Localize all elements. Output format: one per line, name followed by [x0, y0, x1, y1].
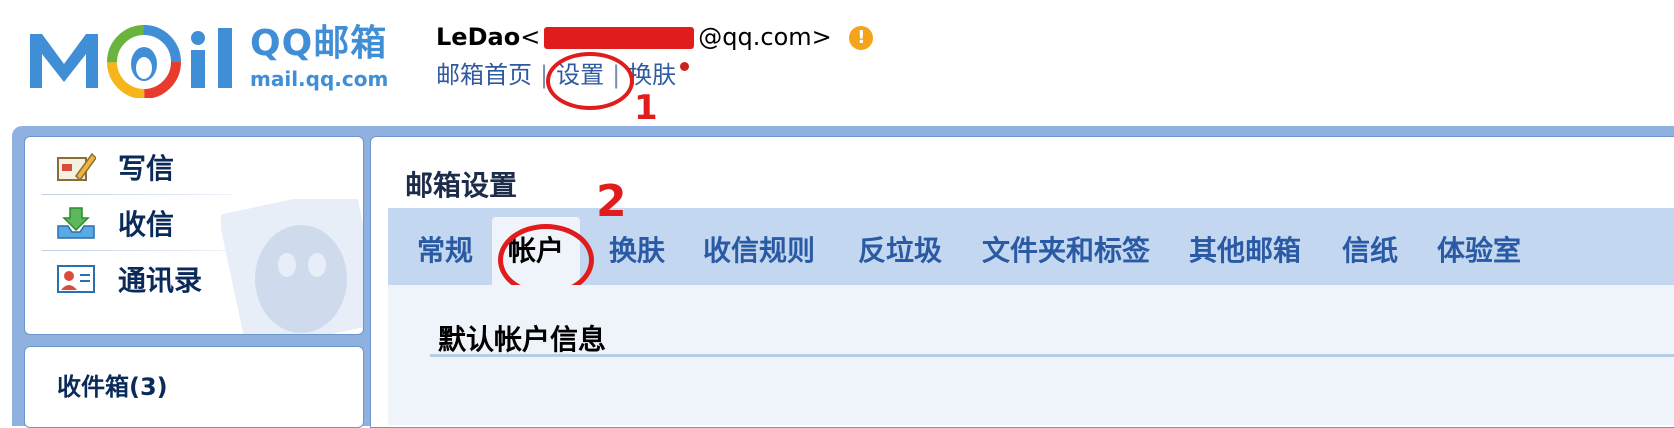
- inbox-link[interactable]: 收件箱(3): [57, 367, 168, 402]
- penguin-watermark-icon: [221, 199, 363, 334]
- contacts-label: 通讯录: [118, 264, 203, 297]
- contacts-link[interactable]: 通讯录: [56, 252, 202, 306]
- nav-skin-link[interactable]: 换肤: [628, 61, 676, 89]
- logo-url: mail.qq.com: [250, 67, 389, 91]
- folder-panel: 收件箱(3): [24, 346, 364, 428]
- tab-stationery[interactable]: 信纸: [1342, 217, 1398, 285]
- email-suffix: @qq.com>: [698, 23, 832, 51]
- tab-general[interactable]: 常规: [417, 217, 473, 285]
- contacts-icon: [57, 265, 95, 293]
- annotation-number-1: 1: [634, 88, 658, 128]
- divider: [42, 194, 232, 195]
- compose-link[interactable]: 写信: [56, 140, 174, 194]
- tab-mail-rules[interactable]: 收信规则: [703, 217, 815, 285]
- tab-anti-spam[interactable]: 反垃圾: [858, 217, 942, 285]
- warning-icon[interactable]: !: [849, 26, 874, 50]
- user-name: LeDao: [436, 23, 521, 51]
- annotation-circle-settings: [546, 52, 634, 110]
- section-title: 默认帐户信息: [438, 323, 607, 356]
- settings-title: 邮箱设置: [405, 169, 518, 202]
- annotation-number-2: 2: [596, 176, 627, 227]
- compose-icon: [57, 152, 96, 182]
- nav-home-link[interactable]: 邮箱首页: [436, 61, 532, 89]
- receive-label: 收信: [118, 208, 175, 241]
- email-open-bracket: <: [520, 23, 541, 51]
- tab-skin[interactable]: 换肤: [609, 217, 665, 285]
- logo-title: QQ邮箱: [250, 23, 388, 64]
- tab-labs[interactable]: 体验室: [1437, 217, 1521, 285]
- receive-icon: [57, 207, 95, 239]
- compose-label: 写信: [118, 152, 175, 185]
- notification-dot: [680, 62, 690, 71]
- redaction-mark: [544, 27, 695, 49]
- receive-link[interactable]: 收信: [56, 196, 174, 250]
- tab-other-mailboxes[interactable]: 其他邮箱: [1189, 217, 1301, 285]
- user-account-line: LeDao< @qq.com> !: [436, 22, 874, 52]
- divider: [42, 250, 232, 251]
- tab-folders-labels[interactable]: 文件夹和标签: [982, 217, 1150, 285]
- section-divider: [430, 354, 1674, 357]
